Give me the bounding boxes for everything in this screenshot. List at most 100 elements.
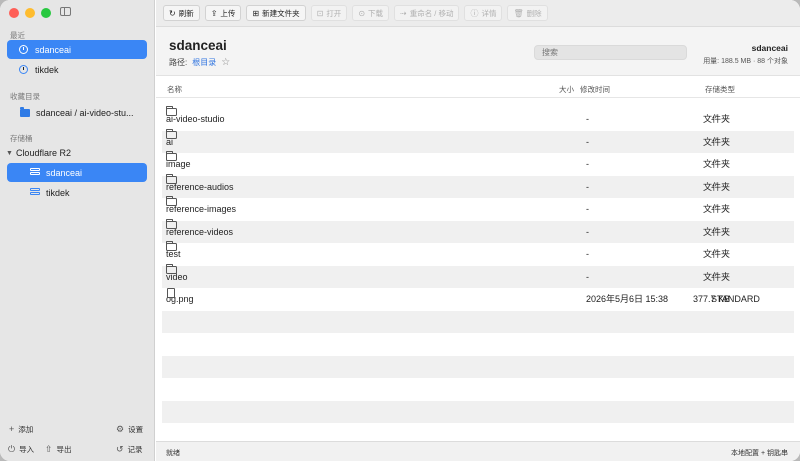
table-row[interactable]: og.png 377.7 KB 2026年5月6日 15:38 STANDARD [162, 288, 794, 311]
row-storage-cell: - [711, 159, 714, 169]
download-icon: ⊙ [358, 8, 366, 18]
download-button[interactable]: ⊙ 下载 [352, 5, 390, 21]
upload-label: 上传 [220, 8, 236, 18]
toolbar: ↻ 刷新 ⇪ 上传 ⊞ 新建文件夹 ⊡ 打开 ⊙ 下载 ⇢ 重命名 / 移动 ⓘ… [156, 0, 800, 27]
import-icon: ⏻ [8, 443, 16, 454]
folder-icon [166, 128, 177, 139]
add-button[interactable]: + 添加 [9, 424, 33, 435]
row-name-cell: video [166, 263, 188, 289]
close-window-button[interactable] [9, 8, 19, 18]
new-folder-button[interactable]: ⊞ 新建文件夹 [246, 5, 306, 21]
sidebar-bottom-row-2: ⏻ 导入 ⇧ 导出 ↺ 记录 [0, 443, 154, 455]
table-row[interactable]: reference-videos 文件夹 - - [162, 218, 794, 243]
sidebar-toggle-icon[interactable] [60, 7, 71, 16]
chevron-down-icon[interactable]: ▼ [6, 150, 13, 157]
row-name-cell: test [166, 241, 181, 266]
breadcrumb: 路径: 根目录 ☆ [169, 57, 230, 68]
new-folder-icon: ⊞ [252, 8, 260, 18]
row-size-cell: 文件夹 [702, 114, 730, 124]
bucket-item-sdanceai[interactable]: sdanceai [7, 163, 147, 182]
provider-group-cloudflare[interactable]: ▼ Cloudflare R2 [6, 148, 71, 158]
row-storage-cell: - [711, 114, 714, 124]
folder-icon [166, 196, 177, 206]
row-size-cell: 文件夹 [702, 136, 730, 147]
row-size-cell: 文件夹 [702, 181, 730, 192]
table-row[interactable]: reference-audios 文件夹 - - [162, 173, 794, 199]
row-modified-cell: - [586, 204, 589, 214]
favorite-item-label: sdanceai / ai-video-stu... [36, 107, 134, 118]
status-text: 就绪 [166, 450, 180, 457]
row-storage-cell: - [711, 181, 714, 192]
gear-icon: ⚙ [116, 423, 125, 434]
new-folder-label: 新建文件夹 [262, 8, 300, 18]
import-label: 导入 [19, 444, 35, 454]
buckets-section-header: 存储桶 [10, 134, 33, 143]
empty-row [162, 400, 794, 423]
clock-icon [19, 45, 28, 54]
column-size[interactable]: 大小 [559, 84, 574, 95]
folder-icon [166, 241, 177, 251]
row-modified-cell: - [586, 159, 589, 169]
rename-move-label: 重命名 / 移动 [409, 8, 454, 18]
upload-button[interactable]: ⇪ 上传 [204, 5, 242, 21]
column-storage[interactable]: 存储类型 [705, 84, 735, 95]
delete-button[interactable]: 🗑 删除 [507, 5, 548, 21]
minimize-window-button[interactable] [25, 8, 35, 18]
plus-icon: + [9, 424, 15, 434]
server-icon [29, 188, 40, 197]
star-icon[interactable]: ☆ [221, 57, 230, 68]
export-label: 导出 [56, 444, 72, 454]
settings-label: 设置 [128, 424, 144, 434]
column-modified[interactable]: 修改时间 [580, 84, 610, 95]
row-storage-cell: STANDARD [711, 294, 760, 304]
refresh-label: 刷新 [178, 8, 194, 18]
row-modified-cell: - [586, 181, 589, 192]
move-icon: ⇢ [400, 8, 407, 18]
recent-item-tikdek[interactable]: tikdek [7, 60, 147, 79]
open-button[interactable]: ⊡ 打开 [310, 5, 348, 21]
breadcrumb-root-link[interactable]: 根目录 [192, 57, 216, 68]
table-row[interactable]: reference-images 文件夹 - - [162, 196, 794, 221]
server-icon [29, 168, 40, 177]
bucket-item-label: sdanceai [46, 167, 83, 178]
details-label: 详情 [481, 8, 497, 18]
folder-icon [166, 263, 177, 274]
favorite-item-ai-video-studio[interactable]: sdanceai / ai-video-stu... [7, 103, 147, 122]
download-label: 下载 [368, 8, 384, 18]
import-button[interactable]: ⏻ 导入 [8, 444, 34, 455]
folder-icon [166, 218, 177, 229]
history-label: 记录 [127, 444, 143, 454]
row-modified-cell: - [586, 114, 589, 124]
table-row[interactable]: test 文件夹 - - [162, 241, 794, 266]
row-storage-cell: - [711, 136, 714, 147]
history-icon: ↺ [116, 443, 124, 454]
empty-row [162, 310, 794, 333]
table-row[interactable]: video 文件夹 - - [162, 263, 794, 289]
row-name-cell: reference-audios [166, 173, 234, 199]
rename-move-button[interactable]: ⇢ 重命名 / 移动 [394, 5, 460, 21]
settings-button[interactable]: ⚙ 设置 [116, 424, 143, 435]
history-button[interactable]: ↺ 记录 [116, 444, 143, 455]
favorites-section-header: 收藏目录 [10, 92, 40, 101]
zoom-window-button[interactable] [41, 8, 51, 18]
open-label: 打开 [326, 8, 342, 18]
bucket-item-tikdek[interactable]: tikdek [7, 183, 147, 202]
row-modified-cell: - [586, 249, 589, 259]
empty-row [162, 333, 794, 356]
row-size-cell: 文件夹 [702, 249, 730, 259]
row-name-cell: ai [166, 128, 177, 154]
column-name[interactable]: 名称 [167, 84, 182, 95]
table-row[interactable]: image 文件夹 - - [162, 151, 794, 176]
usage-summary: 用量: 188.5 MB · 88 个对象 [703, 58, 788, 65]
export-button[interactable]: ⇧ 导出 [45, 444, 72, 455]
row-modified-cell: 2026年5月6日 15:38 [586, 294, 669, 304]
details-button[interactable]: ⓘ 详情 [464, 5, 503, 21]
refresh-button[interactable]: ↻ 刷新 [163, 5, 200, 21]
folder-icon [166, 106, 177, 116]
table-row[interactable]: ai-video-studio 文件夹 - - [162, 106, 794, 131]
search-input[interactable] [534, 45, 687, 60]
recent-item-sdanceai[interactable]: sdanceai [7, 40, 147, 59]
table-row[interactable]: ai 文件夹 - - [162, 128, 794, 154]
clock-icon [19, 65, 28, 74]
sidebar: 最近 sdanceai tikdek 收藏目录 sdanceai / ai-vi… [0, 0, 155, 461]
